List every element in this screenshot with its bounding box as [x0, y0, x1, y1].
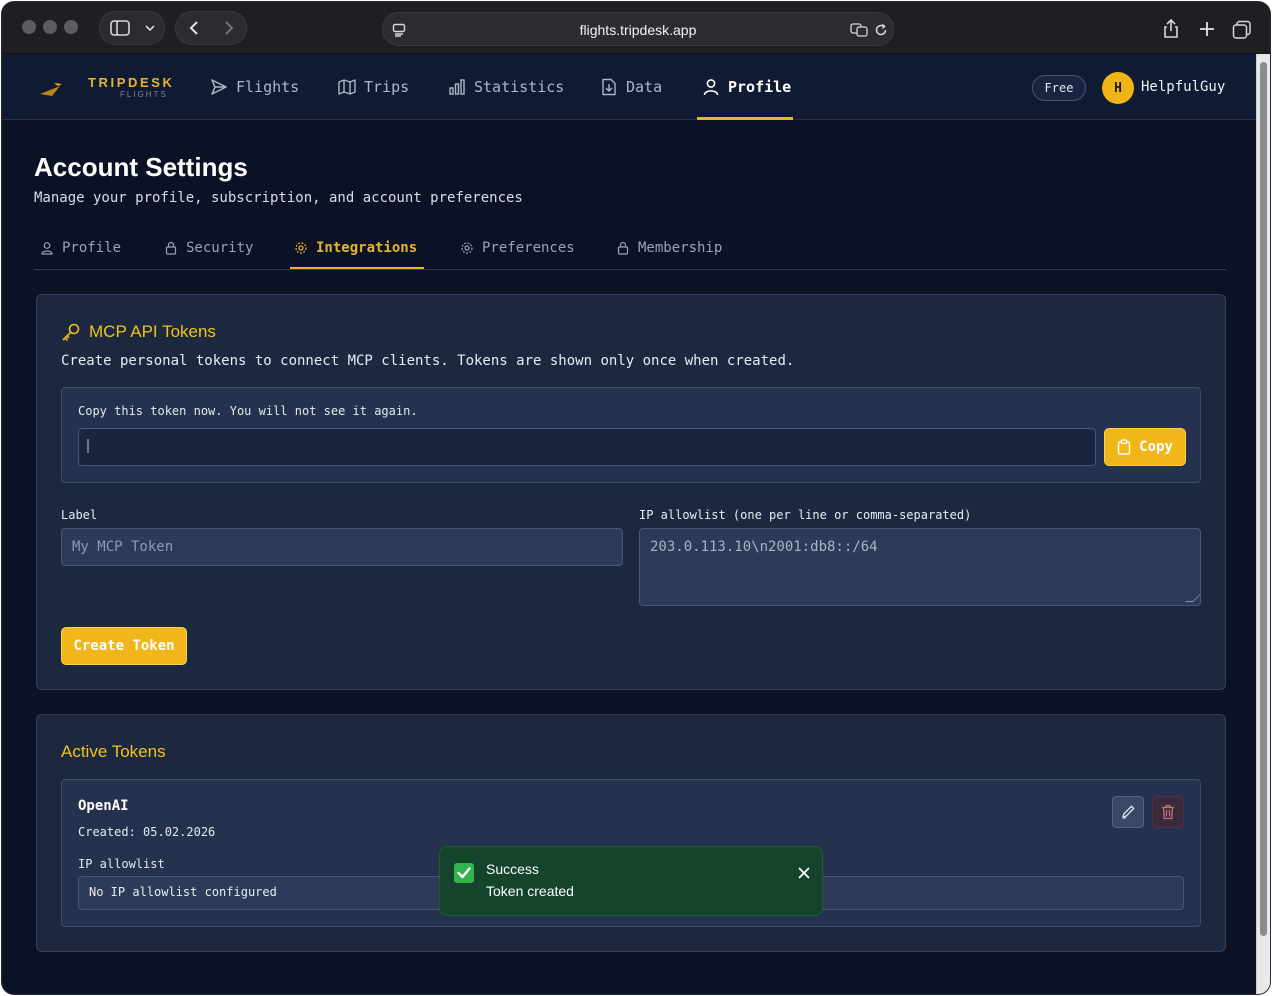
address-bar[interactable]: flights.tripdesk.app [382, 12, 894, 46]
token-created-date: Created: 05.02.2026 [78, 825, 216, 839]
success-toast: Success Token created [439, 846, 823, 916]
active-tokens-card: Active Tokens OpenAI Created: 05.02.2026… [36, 714, 1226, 952]
nav-statistics[interactable]: Statistics [448, 54, 564, 120]
trash-icon [1162, 804, 1174, 820]
copy-button-label: Copy [1139, 439, 1173, 455]
map-icon [338, 79, 356, 95]
page-scrollbar[interactable] [1256, 54, 1270, 994]
tab-profile-label: Profile [62, 240, 122, 256]
close-window-button[interactable] [22, 20, 36, 34]
tab-integrations-label: Integrations [316, 240, 418, 256]
page-title: Account Settings [34, 152, 248, 182]
sidebar-toggle-group [99, 11, 165, 45]
sidebar-icon[interactable] [100, 11, 140, 45]
back-arrow-icon[interactable] [176, 11, 211, 45]
token-label-input[interactable]: My MCP Token [61, 528, 623, 566]
create-token-button[interactable]: Create Token [61, 627, 187, 665]
file-download-icon [602, 78, 616, 96]
chevron-down-icon[interactable] [140, 11, 160, 45]
username[interactable]: HelpfulGuy [1141, 79, 1225, 95]
close-icon[interactable] [796, 865, 812, 881]
tab-security[interactable]: Security [164, 240, 253, 256]
plan-badge[interactable]: Free [1032, 75, 1086, 101]
gear-icon [295, 242, 307, 254]
nav-active-indicator [697, 117, 793, 120]
lock-icon [165, 241, 177, 255]
brand-subtitle: FLIGHTS [120, 90, 168, 99]
paper-plane-icon [211, 79, 227, 95]
zoom-window-button[interactable] [64, 20, 78, 34]
translate-icon[interactable] [849, 20, 869, 40]
text-caret [87, 439, 89, 453]
edit-token-button[interactable] [1112, 796, 1144, 828]
tab-security-label: Security [186, 240, 254, 256]
new-tab-icon[interactable] [1197, 19, 1217, 39]
mcp-tokens-card: MCP API Tokens Create personal tokens to… [36, 294, 1226, 690]
browser-window: flights.tripdesk.app TRIPDESK FLIGHTS Fl… [2, 2, 1270, 994]
nav-trips[interactable]: Trips [338, 54, 409, 120]
tab-active-indicator [290, 267, 424, 269]
bar-chart-icon [449, 79, 465, 95]
history-nav-group [175, 11, 247, 45]
token-notice: Copy this token now. You will not see it… [78, 404, 418, 418]
page-subtitle: Manage your profile, subscription, and a… [34, 190, 523, 206]
nav-statistics-label: Statistics [474, 78, 565, 96]
user-icon [41, 242, 53, 255]
nav-data[interactable]: Data [600, 54, 662, 120]
tab-preferences-label: Preferences [482, 240, 575, 256]
tab-integrations[interactable]: Integrations [294, 240, 417, 256]
share-icon[interactable] [1160, 18, 1182, 40]
token-value-field[interactable] [78, 428, 1096, 466]
pencil-icon [1122, 805, 1135, 819]
nav-flights[interactable]: Flights [210, 54, 299, 120]
ip-allowlist-textarea[interactable]: 203.0.113.10\n2001:db8::/64 [639, 528, 1201, 606]
check-icon [454, 863, 474, 883]
mcp-tokens-title-text: MCP API Tokens [89, 322, 216, 341]
key-icon [62, 323, 80, 342]
label-field-label: Label [61, 508, 98, 522]
active-tokens-title: Active Tokens [61, 742, 166, 761]
nav-profile-label: Profile [728, 78, 792, 96]
toast-message: Token created [486, 883, 574, 899]
token-ip-label: IP allowlist [78, 857, 165, 871]
resize-handle[interactable] [1185, 594, 1201, 602]
avatar[interactable]: H [1102, 72, 1134, 104]
delete-token-button[interactable] [1152, 796, 1184, 828]
token-name: OpenAI [78, 798, 129, 814]
lock-icon [617, 241, 629, 255]
scrollbar-thumb[interactable] [1260, 62, 1267, 936]
tab-overview-icon[interactable] [1231, 19, 1253, 41]
gear-icon [461, 242, 473, 254]
nav-trips-label: Trips [364, 78, 410, 96]
settings-tabs: Profile Security Integrations Preference… [34, 232, 1226, 270]
nav-flights-label: Flights [236, 78, 300, 96]
top-navigation: TRIPDESK FLIGHTS Flights Trips Statistic… [2, 54, 1256, 120]
reload-icon[interactable] [871, 20, 891, 40]
new-token-panel: Copy this token now. You will not see it… [61, 387, 1201, 483]
copy-token-button[interactable]: Copy [1104, 428, 1186, 466]
forward-arrow-icon[interactable] [211, 11, 246, 45]
ip-allowlist-placeholder: 203.0.113.10\n2001:db8::/64 [650, 539, 878, 555]
tab-profile[interactable]: Profile [40, 240, 121, 256]
url-text: flights.tripdesk.app [579, 22, 697, 38]
plane-logo-icon [40, 78, 80, 96]
tab-preferences[interactable]: Preferences [460, 240, 575, 256]
ip-allowlist-label: IP allowlist (one per line or comma-sepa… [639, 508, 972, 522]
tripdesk-logo[interactable]: TRIPDESK FLIGHTS [38, 72, 178, 102]
toast-title: Success [486, 861, 539, 877]
clipboard-icon [1117, 439, 1131, 455]
tab-membership[interactable]: Membership [616, 240, 722, 256]
minimize-window-button[interactable] [43, 20, 57, 34]
user-icon [703, 79, 719, 96]
browser-toolbar: flights.tripdesk.app [2, 2, 1270, 54]
tab-membership-label: Membership [638, 240, 723, 256]
brand-name: TRIPDESK [88, 75, 175, 90]
mcp-tokens-title: MCP API Tokens [61, 322, 216, 342]
nav-profile[interactable]: Profile [702, 54, 791, 120]
nav-data-label: Data [626, 78, 663, 96]
mcp-tokens-description: Create personal tokens to connect MCP cl… [61, 353, 795, 369]
